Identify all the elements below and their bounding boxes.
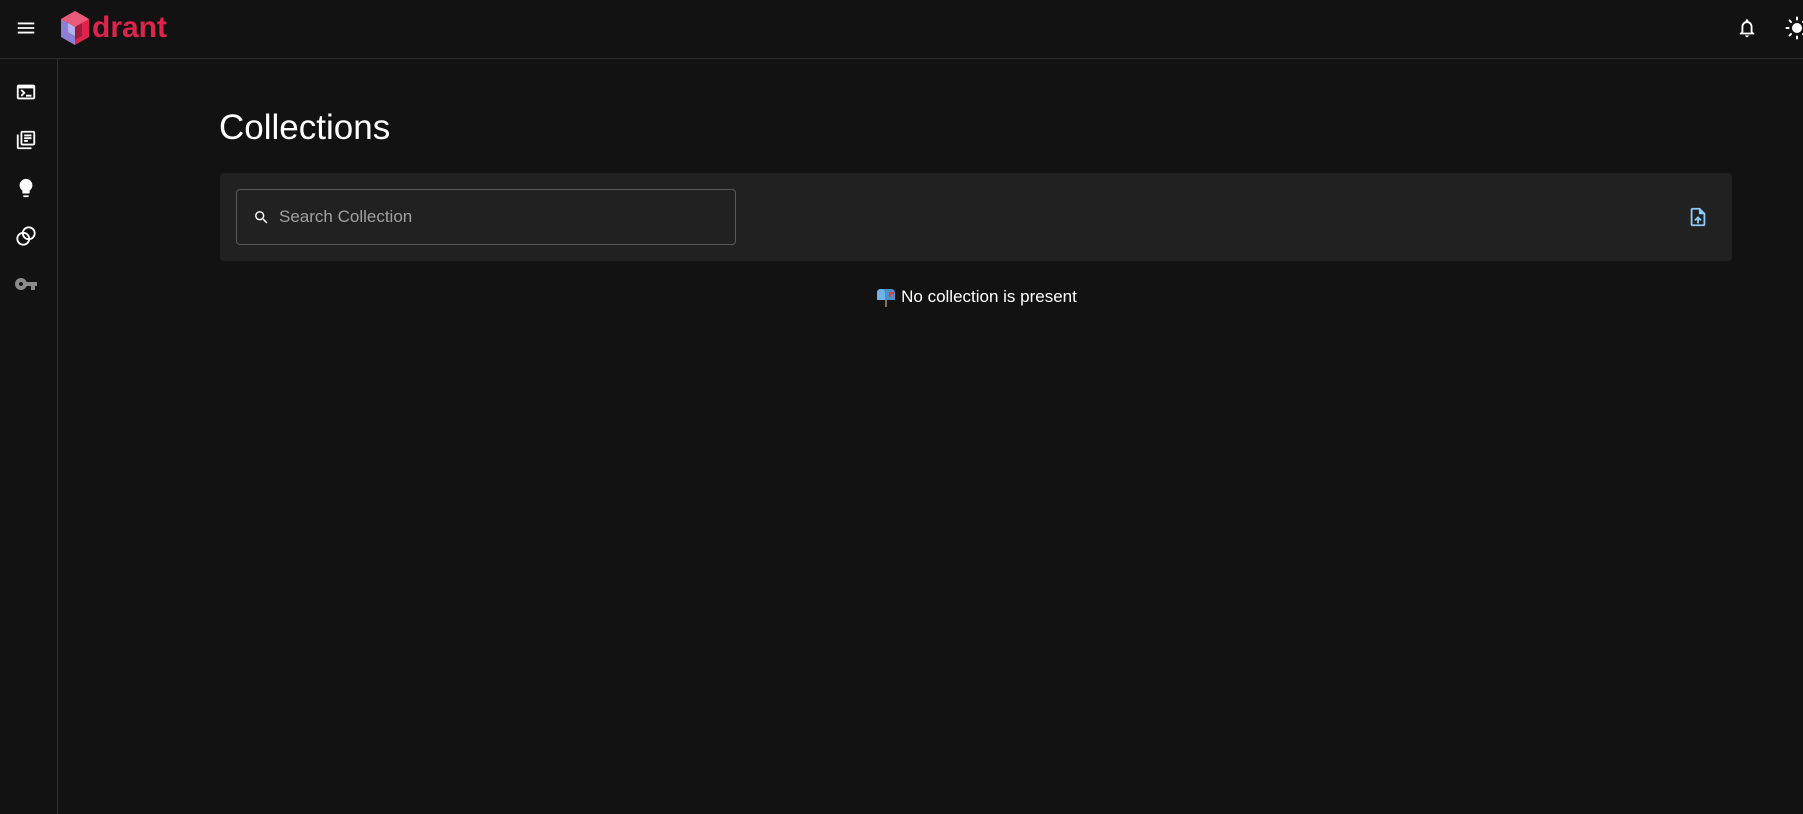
bell-icon — [1739, 19, 1755, 38]
sidebar-item-datasets[interactable] — [10, 220, 42, 252]
qdrant-logo[interactable]: drant — [60, 8, 167, 48]
sidebar-item-api-key[interactable] — [10, 268, 42, 300]
mailbox-icon — [877, 289, 896, 307]
library-icon — [16, 130, 36, 150]
terminal-icon — [16, 84, 36, 100]
sidebar-item-console[interactable] — [10, 76, 42, 108]
collections-toolbar — [220, 173, 1732, 261]
sidebar-item-tutorial[interactable] — [10, 172, 42, 204]
theme-toggle-button[interactable] — [1780, 11, 1803, 45]
search-icon — [252, 208, 270, 226]
lightbulb-icon — [19, 178, 33, 198]
upload-snapshot-icon — [1690, 207, 1706, 227]
upload-snapshot-button[interactable] — [1682, 201, 1714, 233]
logo-text: drant — [92, 11, 167, 44]
menu-icon — [17, 22, 35, 34]
empty-message: No collection is present — [901, 287, 1077, 306]
notifications-button[interactable] — [1730, 11, 1764, 45]
page-title: Collections — [219, 108, 391, 147]
sidebar — [0, 59, 58, 814]
sun-icon — [1785, 16, 1803, 40]
search-input[interactable] — [279, 190, 735, 244]
top-app-bar: drant — [0, 0, 1803, 59]
sidebar-item-collections[interactable] — [10, 124, 42, 156]
search-field[interactable] — [236, 189, 736, 245]
logo-cube-icon — [61, 11, 89, 45]
rings-icon — [16, 226, 36, 246]
key-icon — [15, 278, 37, 290]
menu-button[interactable] — [10, 12, 42, 44]
empty-state: No collection is present — [220, 284, 1732, 310]
